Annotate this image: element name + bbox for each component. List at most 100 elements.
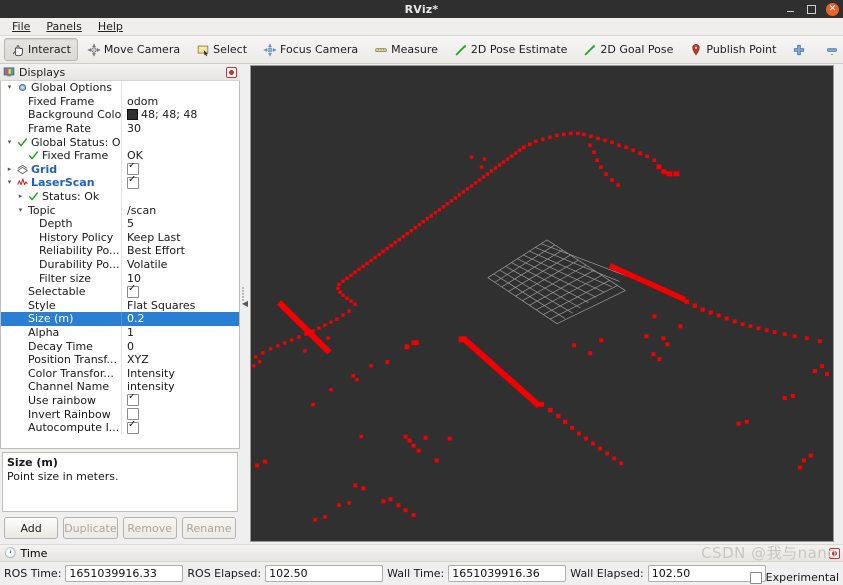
display-property-row[interactable]: Size (m) 0.2 bbox=[1, 312, 239, 326]
property-value-cell[interactable] bbox=[121, 162, 239, 177]
property-value-cell[interactable] bbox=[121, 284, 239, 299]
property-checkbox[interactable] bbox=[127, 421, 139, 434]
clock-icon: 🕐 bbox=[4, 547, 17, 559]
display-property-row[interactable]: Position Transf... XYZ bbox=[1, 352, 239, 367]
property-value-cell[interactable]: intensity bbox=[121, 380, 239, 394]
property-value-cell[interactable]: 0 bbox=[121, 339, 239, 353]
property-checkbox[interactable] bbox=[127, 394, 139, 407]
tool-2d-goal-pose[interactable]: 2D Goal Pose bbox=[576, 38, 680, 61]
display-property-row[interactable]: Use rainbow bbox=[1, 393, 239, 408]
property-value-cell[interactable]: XYZ bbox=[121, 352, 239, 367]
displays-tree[interactable]: ▾ Global Options Fixed Frame odom Background… bbox=[0, 81, 240, 449]
maximize-button[interactable] bbox=[805, 3, 817, 15]
display-property-row[interactable]: ▸ Grid bbox=[1, 162, 239, 177]
tool-interact[interactable]: Interact bbox=[4, 38, 78, 61]
display-property-row[interactable]: Invert Rainbow bbox=[1, 407, 239, 421]
tool-select[interactable]: Select bbox=[189, 38, 254, 61]
property-value-cell[interactable] bbox=[121, 135, 239, 149]
property-checkbox[interactable] bbox=[127, 176, 139, 189]
property-value-cell[interactable]: 30 bbox=[121, 121, 239, 136]
tool-move-camera[interactable]: Move Camera bbox=[80, 38, 187, 61]
display-property-row[interactable]: Decay Time 0 bbox=[1, 339, 239, 353]
wall-time-input[interactable]: 1651039916.36 bbox=[448, 565, 567, 582]
property-name: Global Options bbox=[31, 81, 113, 95]
property-name: Style bbox=[28, 298, 56, 312]
property-value-cell[interactable]: 1 bbox=[121, 325, 239, 340]
property-value-cell[interactable]: 0.2 bbox=[121, 312, 239, 326]
display-property-row[interactable]: ▾ Global Options bbox=[1, 81, 239, 95]
remove-button[interactable]: Remove bbox=[122, 517, 177, 539]
tool-2d-pose-estimate[interactable]: 2D Pose Estimate bbox=[447, 38, 575, 61]
property-value-cell[interactable] bbox=[121, 420, 239, 435]
display-property-row[interactable]: Fixed Frame OK bbox=[1, 148, 239, 163]
display-property-row[interactable]: Reliability Po... Best Effort bbox=[1, 244, 239, 258]
display-property-row[interactable]: ▾ LaserScan bbox=[1, 176, 239, 190]
property-value-cell[interactable]: OK bbox=[121, 148, 239, 163]
expand-arrow-icon[interactable]: ▾ bbox=[5, 138, 14, 146]
property-value-cell[interactable]: 10 bbox=[121, 271, 239, 285]
display-property-row[interactable]: Style Flat Squares bbox=[1, 298, 239, 313]
wall-elapsed-input[interactable]: 102.50 bbox=[647, 565, 766, 582]
display-property-row[interactable]: Durability Po... Volatile bbox=[1, 257, 239, 272]
property-value-cell[interactable]: 5 bbox=[121, 216, 239, 231]
duplicate-button[interactable]: Duplicate bbox=[63, 517, 118, 539]
time-panel-close-button[interactable] bbox=[828, 547, 841, 560]
display-property-row[interactable]: Color Transfor... Intensity bbox=[1, 366, 239, 381]
display-property-row[interactable]: ▾ Global Status: Ok bbox=[1, 135, 239, 149]
display-property-row[interactable]: Channel Name intensity bbox=[1, 380, 239, 394]
property-checkbox[interactable] bbox=[127, 408, 139, 421]
display-property-row[interactable]: ▸ Status: Ok bbox=[1, 189, 239, 204]
tool-publish-point[interactable]: Publish Point bbox=[682, 38, 783, 61]
property-value-cell[interactable]: Flat Squares bbox=[121, 298, 239, 313]
property-value-cell[interactable] bbox=[121, 176, 239, 190]
property-value-cell[interactable] bbox=[121, 189, 239, 204]
property-value-cell[interactable]: Volatile bbox=[121, 257, 239, 272]
color-swatch[interactable] bbox=[127, 109, 138, 121]
expand-arrow-icon[interactable]: ▸ bbox=[16, 193, 25, 200]
tool-focus-camera[interactable]: Focus Camera bbox=[256, 38, 365, 61]
display-property-row[interactable]: History Policy Keep Last bbox=[1, 230, 239, 245]
display-property-row[interactable]: Depth 5 bbox=[1, 216, 239, 231]
property-value-cell[interactable]: Best Effort bbox=[121, 244, 239, 258]
tool-add-tool[interactable] bbox=[785, 38, 816, 61]
close-button[interactable]: ✕ bbox=[826, 2, 839, 16]
expand-arrow-icon[interactable]: ▾ bbox=[16, 206, 25, 214]
menu-file[interactable]: File bbox=[4, 19, 38, 34]
display-property-row[interactable]: Frame Rate 30 bbox=[1, 121, 239, 136]
property-value-cell[interactable] bbox=[121, 393, 239, 408]
experimental-toggle[interactable]: Experimental bbox=[749, 571, 839, 584]
menu-panels[interactable]: Panels bbox=[38, 19, 89, 34]
property-value-cell[interactable]: Keep Last bbox=[121, 230, 239, 245]
splitter-collapse-arrow-icon[interactable]: ◀ bbox=[242, 300, 248, 308]
expand-arrow-icon[interactable]: ▸ bbox=[5, 165, 14, 173]
expand-arrow-icon[interactable]: ▾ bbox=[5, 179, 14, 186]
display-property-row[interactable]: Selectable bbox=[1, 284, 239, 299]
tool-remove-tool[interactable] bbox=[818, 38, 843, 61]
property-checkbox[interactable] bbox=[127, 285, 139, 298]
property-value-cell[interactable]: 48; 48; 48 bbox=[121, 108, 239, 122]
property-value-cell[interactable] bbox=[121, 407, 239, 421]
tool-measure[interactable]: Measure bbox=[367, 38, 445, 61]
display-property-row[interactable]: Filter size 10 bbox=[1, 271, 239, 285]
property-value-cell[interactable] bbox=[121, 81, 239, 95]
experimental-checkbox[interactable] bbox=[749, 571, 762, 584]
3d-viewport[interactable] bbox=[250, 65, 834, 542]
property-checkbox[interactable] bbox=[127, 163, 139, 176]
minimize-button[interactable] bbox=[784, 3, 796, 15]
property-value-cell[interactable]: /scan bbox=[121, 203, 239, 217]
ros-time-input[interactable]: 1651039916.33 bbox=[65, 565, 184, 582]
property-value-cell[interactable]: odom bbox=[121, 94, 239, 109]
add-button[interactable]: Add bbox=[4, 517, 59, 539]
menu-help[interactable]: Help bbox=[90, 19, 131, 34]
ros-elapsed-input[interactable]: 102.50 bbox=[265, 565, 384, 582]
display-property-row[interactable]: ▾ Topic/scan bbox=[1, 203, 239, 217]
display-property-row[interactable]: Fixed Frame odom bbox=[1, 94, 239, 109]
display-property-row[interactable]: Background Color 48; 48; 48 bbox=[1, 108, 239, 122]
displays-panel-close-button[interactable] bbox=[225, 66, 238, 79]
expand-arrow-icon[interactable]: ▾ bbox=[5, 84, 14, 91]
rename-button[interactable]: Rename bbox=[181, 517, 237, 539]
display-property-row[interactable]: Autocompute I... bbox=[1, 420, 239, 435]
display-property-row[interactable]: Alpha 1 bbox=[1, 325, 239, 340]
panel-splitter[interactable]: ◀ bbox=[240, 64, 250, 544]
property-value-cell[interactable]: Intensity bbox=[121, 366, 239, 381]
